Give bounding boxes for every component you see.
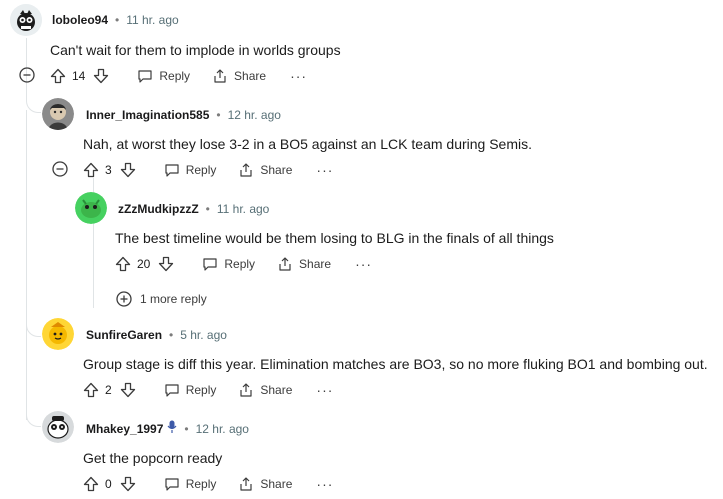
- username[interactable]: SunfireGaren: [86, 328, 162, 342]
- share-label: Share: [260, 163, 293, 177]
- more-replies-button[interactable]: 1 more reply: [116, 291, 207, 307]
- separator-dot: •: [216, 108, 221, 122]
- more-options-button[interactable]: ···: [316, 382, 333, 398]
- reply-button[interactable]: Reply: [164, 476, 217, 492]
- more-replies-label: 1 more reply: [140, 292, 207, 306]
- reply-button[interactable]: Reply: [202, 256, 255, 272]
- upvote-icon[interactable]: [81, 160, 101, 180]
- reply-button[interactable]: Reply: [137, 68, 190, 84]
- reply-label: Reply: [185, 383, 217, 397]
- upvote-icon[interactable]: [81, 474, 101, 494]
- downvote-icon[interactable]: [118, 474, 138, 494]
- avatar[interactable]: [75, 192, 107, 224]
- avatar[interactable]: [42, 411, 74, 443]
- reply-label: Reply: [185, 163, 217, 177]
- downvote-icon[interactable]: [91, 66, 111, 86]
- username[interactable]: Mhakey_1997: [86, 422, 163, 436]
- separator-dot: •: [184, 422, 189, 436]
- downvote-icon[interactable]: [118, 160, 138, 180]
- share-button[interactable]: Share: [277, 256, 331, 272]
- more-options-button[interactable]: ···: [316, 162, 333, 178]
- avatar[interactable]: [42, 318, 74, 350]
- thread-curve-4: [26, 320, 41, 337]
- comment-text: Nah, at worst they lose 3-2 in a BO5 aga…: [83, 136, 533, 152]
- username[interactable]: zZzMudkipzzZ: [118, 202, 199, 216]
- reply-icon: [165, 384, 179, 397]
- microphone-icon: [167, 420, 177, 439]
- reply-icon: [138, 70, 152, 83]
- share-label: Share: [234, 69, 267, 83]
- collapse-icon[interactable]: [19, 67, 35, 83]
- vote-count: 2: [105, 383, 112, 397]
- timestamp[interactable]: 11 hr. ago: [126, 13, 179, 27]
- vote-count: 0: [105, 477, 112, 491]
- share-label: Share: [299, 257, 332, 271]
- share-button[interactable]: Share: [238, 162, 292, 178]
- reply-button[interactable]: Reply: [164, 382, 217, 398]
- plus-circle-icon: [116, 291, 132, 307]
- reply-icon: [165, 164, 179, 177]
- more-options-button[interactable]: ···: [290, 68, 307, 84]
- thread-line-main: [26, 110, 27, 420]
- reply-label: Reply: [159, 69, 191, 83]
- downvote-icon[interactable]: [118, 380, 138, 400]
- thread-curve-5: [26, 410, 41, 427]
- thread-curve-1: [26, 86, 41, 113]
- share-icon: [240, 383, 252, 397]
- share-icon: [279, 257, 291, 271]
- separator-dot: •: [169, 328, 174, 342]
- reply-button[interactable]: Reply: [164, 162, 217, 178]
- more-options-button[interactable]: ···: [355, 256, 372, 272]
- share-icon: [240, 163, 252, 177]
- username[interactable]: Inner_Imagination585: [86, 108, 209, 122]
- upvote-icon[interactable]: [48, 66, 68, 86]
- timestamp[interactable]: 12 hr. ago: [228, 108, 281, 122]
- timestamp[interactable]: 12 hr. ago: [196, 422, 249, 436]
- reply-icon: [203, 258, 217, 271]
- username[interactable]: loboleo94: [52, 13, 108, 27]
- vote-count: 14: [72, 69, 86, 83]
- collapse-icon[interactable]: [52, 161, 68, 177]
- share-button[interactable]: Share: [212, 68, 266, 84]
- vote-count: 20: [137, 257, 151, 271]
- downvote-icon[interactable]: [156, 254, 176, 274]
- comment-text: Group stage is diff this year. Eliminati…: [83, 356, 708, 372]
- comment-text: Get the popcorn ready: [83, 450, 223, 466]
- share-label: Share: [260, 383, 293, 397]
- comment-text: Can't wait for them to implode in worlds…: [50, 42, 341, 58]
- timestamp[interactable]: 5 hr. ago: [180, 328, 227, 342]
- avatar[interactable]: [10, 4, 42, 36]
- timestamp[interactable]: 11 hr. ago: [217, 202, 270, 216]
- vote-count: 3: [105, 163, 112, 177]
- reply-label: Reply: [224, 257, 256, 271]
- share-icon: [240, 477, 252, 491]
- share-button[interactable]: Share: [238, 476, 292, 492]
- share-icon: [214, 69, 226, 83]
- more-options-button[interactable]: ···: [316, 476, 333, 492]
- comment-text: The best timeline would be them losing t…: [115, 230, 554, 246]
- upvote-icon[interactable]: [81, 380, 101, 400]
- share-label: Share: [260, 477, 293, 491]
- reply-icon: [165, 478, 179, 491]
- separator-dot: •: [115, 13, 120, 27]
- separator-dot: •: [205, 202, 210, 216]
- reply-label: Reply: [185, 477, 217, 491]
- upvote-icon[interactable]: [113, 254, 133, 274]
- avatar[interactable]: [42, 98, 74, 130]
- share-button[interactable]: Share: [238, 382, 292, 398]
